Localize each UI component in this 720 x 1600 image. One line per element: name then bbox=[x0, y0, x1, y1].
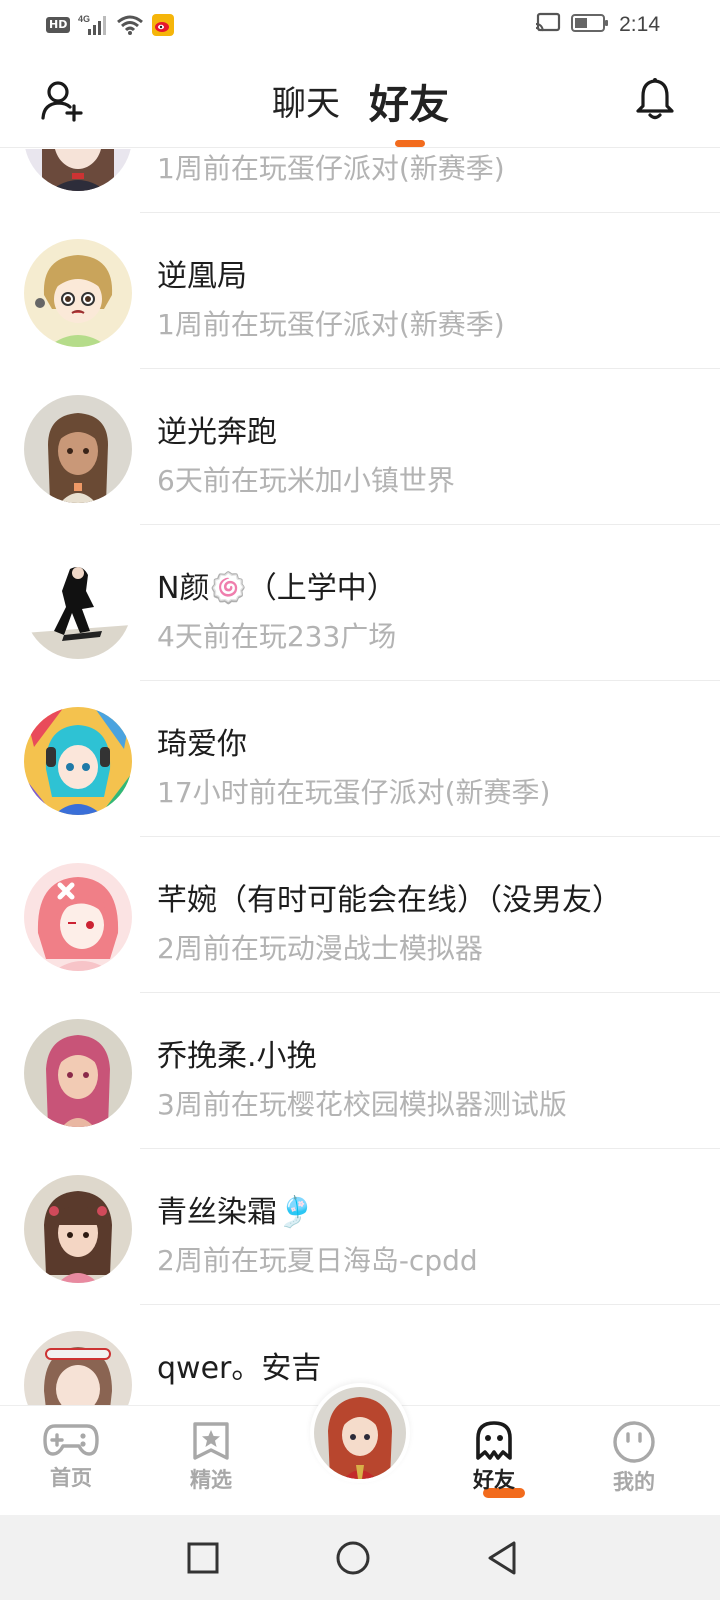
friend-row[interactable]: 逆光奔跑 6天前在玩米加小镇世界 bbox=[0, 369, 720, 525]
tab-home[interactable]: 首页 bbox=[21, 1420, 121, 1510]
avatar[interactable] bbox=[24, 1019, 132, 1127]
avatar[interactable] bbox=[24, 395, 132, 503]
friend-list-inner: 忘奥 1周前在玩蛋仔派对(新赛季) 逆凰局 1周前在玩蛋仔派对(新 bbox=[0, 149, 720, 1405]
star-bookmark-icon bbox=[193, 1422, 229, 1460]
friend-name: 青丝染霜🎐 bbox=[157, 1195, 315, 1230]
wifi-icon bbox=[116, 14, 144, 36]
status-bar: HD 4G 2:14 bbox=[0, 0, 720, 50]
friend-status: 17小时前在玩蛋仔派对(新赛季) bbox=[157, 776, 551, 809]
avatar[interactable] bbox=[24, 149, 132, 191]
weibo-icon bbox=[152, 14, 175, 36]
friend-list[interactable]: 忘奥 1周前在玩蛋仔派对(新赛季) 逆凰局 1周前在玩蛋仔派对(新 bbox=[0, 149, 720, 1405]
avatar[interactable] bbox=[24, 551, 132, 659]
network-type-label: 4G bbox=[78, 14, 90, 24]
back-triangle-icon bbox=[488, 1541, 516, 1575]
friend-status: 1周前在玩蛋仔派对(新赛季) bbox=[157, 308, 505, 341]
status-bar-left: HD 4G bbox=[46, 12, 175, 38]
friend-row[interactable]: 青丝染霜🎐 2周前在玩夏日海岛-cpdd bbox=[0, 1149, 720, 1305]
ghost-icon bbox=[476, 1421, 512, 1460]
friend-status: 2周前在玩夏日海岛-cpdd bbox=[157, 1244, 478, 1277]
battery-icon bbox=[571, 12, 609, 38]
friend-status: 3周前在玩樱花校园模拟器测试版 bbox=[157, 1088, 567, 1121]
status-bar-right: 2:14 bbox=[535, 10, 660, 40]
friend-status: 6天前在玩米加小镇世界 bbox=[157, 464, 455, 497]
friend-name: 乔挽柔.小挽 bbox=[157, 1039, 317, 1074]
tab-mine-label: 我的 bbox=[613, 1470, 655, 1494]
home-button[interactable] bbox=[330, 1535, 376, 1581]
friend-row[interactable]: 忘奥 1周前在玩蛋仔派对(新赛季) bbox=[0, 149, 720, 213]
friend-name: 逆光奔跑 bbox=[157, 415, 277, 450]
top-header: 聊天 好友 bbox=[0, 50, 720, 148]
avatar[interactable] bbox=[24, 707, 132, 815]
avatar[interactable] bbox=[24, 239, 132, 347]
avatar[interactable] bbox=[24, 1175, 132, 1283]
back-button[interactable] bbox=[480, 1535, 526, 1581]
friend-status: 4天前在玩233广场 bbox=[157, 620, 397, 653]
friend-row[interactable]: 乔挽柔.小挽 3周前在玩樱花校园模拟器测试版 bbox=[0, 993, 720, 1149]
tab-home-label: 首页 bbox=[50, 1466, 92, 1490]
avatar[interactable] bbox=[24, 1331, 132, 1405]
profile-avatar bbox=[314, 1387, 406, 1479]
recents-square-icon bbox=[187, 1542, 219, 1574]
notifications-button[interactable] bbox=[632, 76, 678, 122]
friend-name: qwer。安吉 bbox=[157, 1351, 322, 1386]
tab-mine[interactable]: 我的 bbox=[584, 1420, 684, 1510]
signal-icon: 4G bbox=[78, 13, 108, 37]
friend-name: N颜🍥（上学中） bbox=[157, 571, 397, 606]
tab-friends[interactable]: 好友 bbox=[369, 72, 449, 130]
tab-chat[interactable]: 聊天 bbox=[272, 76, 340, 125]
tab-featured-label: 精选 bbox=[190, 1468, 232, 1492]
center-profile-button[interactable] bbox=[310, 1383, 410, 1483]
tab-featured[interactable]: 精选 bbox=[161, 1420, 261, 1510]
friend-name: 芊婉（有时可能会在线）（没男友） bbox=[157, 883, 622, 918]
avatar[interactable] bbox=[24, 863, 132, 971]
friend-status: 1周前在玩蛋仔派对(新赛季) bbox=[157, 152, 505, 185]
friend-row[interactable]: N颜🍥（上学中） 4天前在玩233广场 bbox=[0, 525, 720, 681]
hd-icon: HD bbox=[46, 17, 71, 33]
home-circle-icon bbox=[336, 1541, 370, 1575]
friend-status: 2周前在玩动漫战士模拟器 bbox=[157, 932, 483, 965]
friend-row[interactable]: 琦爱你 17小时前在玩蛋仔派对(新赛季) bbox=[0, 681, 720, 837]
friend-name: 逆凰局 bbox=[157, 259, 247, 294]
tab-friends-nav-label: 好友 bbox=[473, 1468, 515, 1492]
gamepad-icon bbox=[43, 1424, 99, 1456]
cast-icon bbox=[535, 12, 561, 38]
friend-name: 琦爱你 bbox=[157, 727, 247, 762]
system-nav-bar bbox=[0, 1515, 720, 1600]
smiley-icon bbox=[613, 1421, 655, 1463]
status-time: 2:14 bbox=[619, 13, 660, 36]
header-tabs: 聊天 好友 bbox=[0, 50, 720, 148]
bell-icon bbox=[636, 78, 674, 120]
friend-row[interactable]: 逆凰局 1周前在玩蛋仔派对(新赛季) bbox=[0, 213, 720, 369]
recents-button[interactable] bbox=[180, 1535, 226, 1581]
tab-active-indicator bbox=[395, 140, 425, 147]
friend-row[interactable]: 芊婉（有时可能会在线）（没男友） 2周前在玩动漫战士模拟器 bbox=[0, 837, 720, 993]
